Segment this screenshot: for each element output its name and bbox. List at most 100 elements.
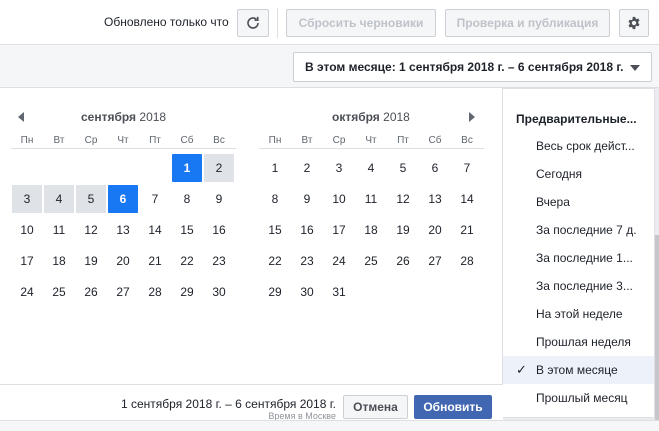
- calendar-day[interactable]: 14: [452, 185, 482, 213]
- reset-drafts-button[interactable]: Сбросить черновики: [286, 9, 436, 37]
- calendar-day[interactable]: 20: [420, 216, 450, 244]
- calendar-day[interactable]: 1: [172, 154, 202, 182]
- calendar-day[interactable]: 24: [324, 247, 354, 275]
- calendar-day[interactable]: 30: [292, 278, 322, 306]
- calendar-day[interactable]: 19: [76, 247, 106, 275]
- calendar-day[interactable]: 10: [324, 185, 354, 213]
- weekday: Пн: [20, 135, 34, 146]
- preset-item[interactable]: За последние 1...: [503, 244, 654, 272]
- toolbar-divider: [277, 8, 278, 38]
- calendar-day[interactable]: 29: [172, 278, 202, 306]
- preset-item[interactable]: За последние 3...: [503, 272, 654, 300]
- calendar-day[interactable]: 26: [388, 247, 418, 275]
- calendar-day[interactable]: 31: [324, 278, 354, 306]
- preset-item[interactable]: На этой неделе: [503, 300, 654, 328]
- update-button[interactable]: Обновить: [414, 395, 492, 419]
- calendar-day[interactable]: 3: [324, 154, 354, 182]
- calendar-day[interactable]: 5: [388, 154, 418, 182]
- calendar-day[interactable]: 22: [172, 247, 202, 275]
- scrollbar[interactable]: [655, 235, 659, 425]
- calendar-day[interactable]: 18: [356, 216, 386, 244]
- calendar-day[interactable]: 5: [76, 185, 106, 213]
- calendar-day[interactable]: 15: [260, 216, 290, 244]
- chevron-left-icon[interactable]: [18, 112, 24, 122]
- cancel-button[interactable]: Отмена: [343, 395, 408, 419]
- preset-item[interactable]: Прошлый месяц: [503, 384, 654, 412]
- calendar-day[interactable]: 27: [420, 247, 450, 275]
- date-range-dropdown[interactable]: В этом месяце: 1 сентября 2018 г. – 6 се…: [293, 52, 652, 82]
- calendar-day[interactable]: 10: [12, 216, 42, 244]
- date-range-label: В этом месяце: 1 сентября 2018 г. – 6 се…: [305, 60, 624, 74]
- calendar-day[interactable]: 7: [140, 185, 170, 213]
- calendar-day[interactable]: 17: [324, 216, 354, 244]
- calendar-day[interactable]: 18: [44, 247, 74, 275]
- calendar-day[interactable]: 2: [292, 154, 322, 182]
- calendar-day[interactable]: 17: [12, 247, 42, 275]
- calendar-day[interactable]: 23: [292, 247, 322, 275]
- preset-item[interactable]: За последние 7 д.: [503, 216, 654, 244]
- top-toolbar: Обновлено только что Сбросить черновики …: [0, 0, 659, 45]
- month-title-left: сентября 2018: [81, 110, 166, 124]
- calendar-day[interactable]: 6: [420, 154, 450, 182]
- calendar-day[interactable]: 4: [44, 185, 74, 213]
- date-bar: В этом месяце: 1 сентября 2018 г. – 6 се…: [0, 45, 659, 88]
- calendar-day[interactable]: 28: [452, 247, 482, 275]
- review-publish-button[interactable]: Проверка и публикация: [445, 9, 610, 37]
- calendar-day[interactable]: 21: [140, 247, 170, 275]
- calendar-day[interactable]: 4: [356, 154, 386, 182]
- calendar-day[interactable]: 23: [204, 247, 234, 275]
- weekday: Вс: [213, 135, 225, 146]
- calendar-day[interactable]: 13: [420, 185, 450, 213]
- preset-item[interactable]: Прошлая неделя: [503, 328, 654, 356]
- month-title-right: октября 2018: [332, 110, 410, 124]
- preset-label: Прошлый месяц: [536, 391, 628, 405]
- calendar-day[interactable]: 8: [260, 185, 290, 213]
- calendar-day[interactable]: 20: [108, 247, 138, 275]
- preset-item[interactable]: Весь срок дейст...: [503, 132, 654, 160]
- month-year: 2018: [139, 110, 167, 124]
- calendar-day[interactable]: 28: [140, 278, 170, 306]
- preset-item[interactable]: Вчера: [503, 188, 654, 216]
- calendar-day[interactable]: 7: [452, 154, 482, 182]
- weekday: Чт: [117, 135, 129, 146]
- calendar-day[interactable]: 9: [292, 185, 322, 213]
- calendar-day[interactable]: 22: [260, 247, 290, 275]
- calendar-day[interactable]: 19: [388, 216, 418, 244]
- chevron-right-icon[interactable]: [469, 112, 475, 122]
- calendar-day[interactable]: 24: [12, 278, 42, 306]
- preset-label: Весь срок дейст...: [536, 139, 635, 153]
- calendar-day[interactable]: 15: [172, 216, 202, 244]
- calendar-day[interactable]: 6: [108, 185, 138, 213]
- calendar-day[interactable]: 16: [204, 216, 234, 244]
- calendar-day[interactable]: 27: [108, 278, 138, 306]
- calendar-day[interactable]: 11: [356, 185, 386, 213]
- preset-label: За последние 3...: [536, 279, 633, 293]
- calendar-day[interactable]: 11: [44, 216, 74, 244]
- calendar-day[interactable]: 1: [260, 154, 290, 182]
- calendar-day[interactable]: 25: [356, 247, 386, 275]
- weekday: Ср: [332, 135, 346, 146]
- calendar-day[interactable]: 13: [108, 216, 138, 244]
- calendar-day[interactable]: 26: [76, 278, 106, 306]
- preset-item[interactable]: Сегодня: [503, 160, 654, 188]
- calendar-day[interactable]: 16: [292, 216, 322, 244]
- calendar-day[interactable]: 3: [12, 185, 42, 213]
- preset-item[interactable]: ✓ В этом месяце: [503, 356, 654, 384]
- calendar-day[interactable]: 2: [204, 154, 234, 182]
- preset-list: Предварительные... Весь срок дейст... Сег…: [503, 88, 655, 418]
- refresh-button[interactable]: [237, 9, 269, 37]
- preset-label: В этом месяце: [536, 363, 618, 377]
- calendar-day[interactable]: 21: [452, 216, 482, 244]
- calendar-day[interactable]: 14: [140, 216, 170, 244]
- calendar-day[interactable]: 12: [76, 216, 106, 244]
- preset-header: Предварительные...: [516, 112, 637, 126]
- calendar-day[interactable]: 25: [44, 278, 74, 306]
- weekday: Сб: [428, 135, 442, 146]
- calendar-day[interactable]: 9: [204, 185, 234, 213]
- calendar-day[interactable]: 29: [260, 278, 290, 306]
- preset-label: На этой неделе: [536, 307, 623, 321]
- calendar-day[interactable]: 12: [388, 185, 418, 213]
- settings-button[interactable]: [619, 9, 649, 37]
- calendar-day[interactable]: 8: [172, 185, 202, 213]
- calendar-day[interactable]: 30: [204, 278, 234, 306]
